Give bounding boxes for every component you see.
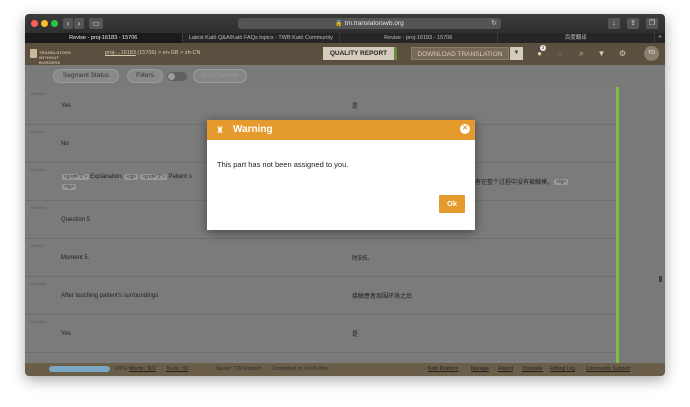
- segment-id: 2518813: [30, 167, 46, 172]
- completed-text: Completed in: 0d 0h 00m: [272, 366, 328, 372]
- filters-button[interactable]: Filters: [127, 69, 163, 83]
- words-count[interactable]: Words : 901: [129, 366, 156, 372]
- report-link[interactable]: Report: [498, 366, 513, 372]
- search-icon[interactable]: ⌕: [576, 48, 587, 59]
- progress-percent: 100%: [114, 366, 127, 372]
- tab-revise-1[interactable]: Revise - proj-16183 - 15706: [25, 33, 183, 43]
- segment-source: Yes: [61, 102, 71, 109]
- segment-source-text: Patient s: [168, 173, 192, 180]
- segment-id: 2518817: [30, 243, 46, 248]
- table-row[interactable]: 2518817 Moment 5. 时刻5。: [25, 239, 665, 277]
- tab-revise-2[interactable]: Revise - proj-16183 - 15706: [340, 33, 498, 43]
- segment-tag: <g id="2">: [140, 173, 168, 180]
- warning-dialog: ♜ Warning ✕ This part has not been assig…: [207, 120, 475, 230]
- segment-tag: </g>: [124, 173, 139, 180]
- segment-target-text: 患者在整个过程中没有被触摸。: [469, 180, 554, 186]
- filter-bar: Segment Status Filters Data Sample: [25, 65, 665, 87]
- tab-baidu-translate[interactable]: 百度翻译: [498, 33, 655, 43]
- breadcrumb: proj-...16183 (15706) > en-GB > zh-CN: [105, 50, 200, 56]
- app-header: TRANSLATORS WITHOUT BORDERS proj-...16183…: [25, 43, 665, 65]
- chevron-down-icon[interactable]: ▼: [510, 47, 523, 60]
- toggle-knob: [168, 73, 175, 80]
- data-sample-toggle[interactable]: [167, 72, 187, 81]
- todo-count[interactable]: To-do : 93: [166, 366, 188, 372]
- segment-side-panel: [619, 87, 665, 363]
- segment-source: Yes: [61, 330, 71, 337]
- tab-kato-community[interactable]: Latest Katō Q&A/Katō FAQs topics - TWB K…: [183, 33, 340, 43]
- segment-id: 2518815: [30, 91, 46, 96]
- logo[interactable]: TRANSLATORS WITHOUT BORDERS: [30, 48, 71, 65]
- segment-id: 2518814: [30, 129, 46, 134]
- segment-tag: <g id="1">: [62, 173, 90, 180]
- sidebar-icon[interactable]: ▭: [89, 18, 103, 29]
- minimize-window-button[interactable]: [41, 20, 48, 27]
- gear-icon[interactable]: ⚙: [617, 48, 628, 59]
- segment-target[interactable]: 时刻5。: [352, 239, 614, 276]
- status-bar: 100% Words : 901 To-do : 93 Speed: 729 W…: [25, 363, 665, 376]
- segment-target[interactable]: 接触患者周围环境之后: [352, 277, 614, 314]
- back-icon[interactable]: ‹: [63, 18, 73, 29]
- table-row[interactable]: 2518818 After touching patient's surroun…: [25, 277, 665, 315]
- tabs-overview-icon[interactable]: ❐: [646, 18, 658, 29]
- manage-link[interactable]: Manage: [471, 366, 489, 372]
- dialog-header: ♜ Warning ✕: [207, 120, 475, 140]
- segment-status-button[interactable]: Segment Status: [53, 69, 119, 83]
- logo-line2: WITHOUT BORDERS: [39, 55, 61, 65]
- logo-icon: [30, 49, 37, 58]
- new-tab-icon[interactable]: +: [655, 33, 665, 43]
- quality-report-button[interactable]: QUALITY REPORT: [323, 47, 397, 60]
- translate-link[interactable]: Translate: [522, 366, 543, 372]
- notification-badge: 3: [540, 45, 546, 51]
- zoom-window-button[interactable]: [51, 20, 58, 27]
- browser-tabs: Revise - proj-16183 - 15706 Latest Katō …: [25, 33, 665, 43]
- avatar[interactable]: YD: [644, 46, 659, 61]
- segment-target[interactable]: 是: [352, 87, 614, 124]
- lock-icon: 🔒: [335, 21, 343, 27]
- segment-source: After touching patient's surroundings: [61, 292, 159, 299]
- segment-id: 2518819: [30, 319, 46, 324]
- forward-icon[interactable]: ›: [74, 18, 84, 29]
- table-row[interactable]: 2518819 Yes 是: [25, 315, 665, 353]
- segment-tag: </g>: [554, 178, 569, 185]
- progress-bar: [49, 366, 110, 372]
- warning-icon: ♜: [215, 125, 225, 135]
- community-support-link[interactable]: Community Support: [586, 366, 630, 372]
- reload-icon[interactable]: ↻: [491, 18, 497, 29]
- address-bar[interactable]: 🔒 tm.translatorswb.org ↻: [238, 18, 501, 29]
- speed-text: Speed: 729 Words/h: [216, 366, 262, 372]
- download-icon[interactable]: ↓: [608, 18, 620, 29]
- language-pair: > en-GB > zh-CN: [157, 50, 201, 56]
- notifications-icon[interactable]: ● 3: [534, 45, 546, 59]
- ok-button[interactable]: Ok: [439, 195, 465, 213]
- editing-log-link[interactable]: Editing Log: [550, 366, 575, 372]
- filter-icon[interactable]: ▼: [596, 48, 607, 59]
- project-id: (15706): [137, 50, 157, 56]
- dialog-title: Warning: [233, 124, 273, 135]
- segment-id: 2518816: [30, 205, 46, 210]
- project-link[interactable]: proj-...16183: [105, 50, 136, 56]
- share-icon[interactable]: ⇪: [627, 18, 639, 29]
- segment-source-text: Explanation:: [90, 173, 124, 180]
- scrollbar-thumb[interactable]: [659, 276, 662, 282]
- segment-id: 2518818: [30, 281, 46, 286]
- comments-icon[interactable]: ◌: [554, 48, 565, 59]
- close-window-button[interactable]: [31, 20, 38, 27]
- segment-tag: </g>: [62, 183, 77, 190]
- segment-source: Moment 5.: [61, 254, 90, 261]
- dialog-message: This part has not been assigned to you.: [217, 160, 349, 169]
- browser-toolbar: ‹ › ▭ 🔒 tm.translatorswb.org ↻ ↓ ⇪ ❐: [25, 14, 665, 33]
- data-sample-button[interactable]: Data Sample: [193, 69, 247, 83]
- kato-platform-link[interactable]: Katō Platform: [428, 366, 458, 372]
- close-icon[interactable]: ✕: [460, 124, 470, 134]
- segment-target[interactable]: 是: [352, 315, 614, 352]
- url-text: tm.translatorswb.org: [344, 20, 404, 27]
- download-translation-button[interactable]: DOWNLOAD TRANSLATION: [411, 47, 509, 60]
